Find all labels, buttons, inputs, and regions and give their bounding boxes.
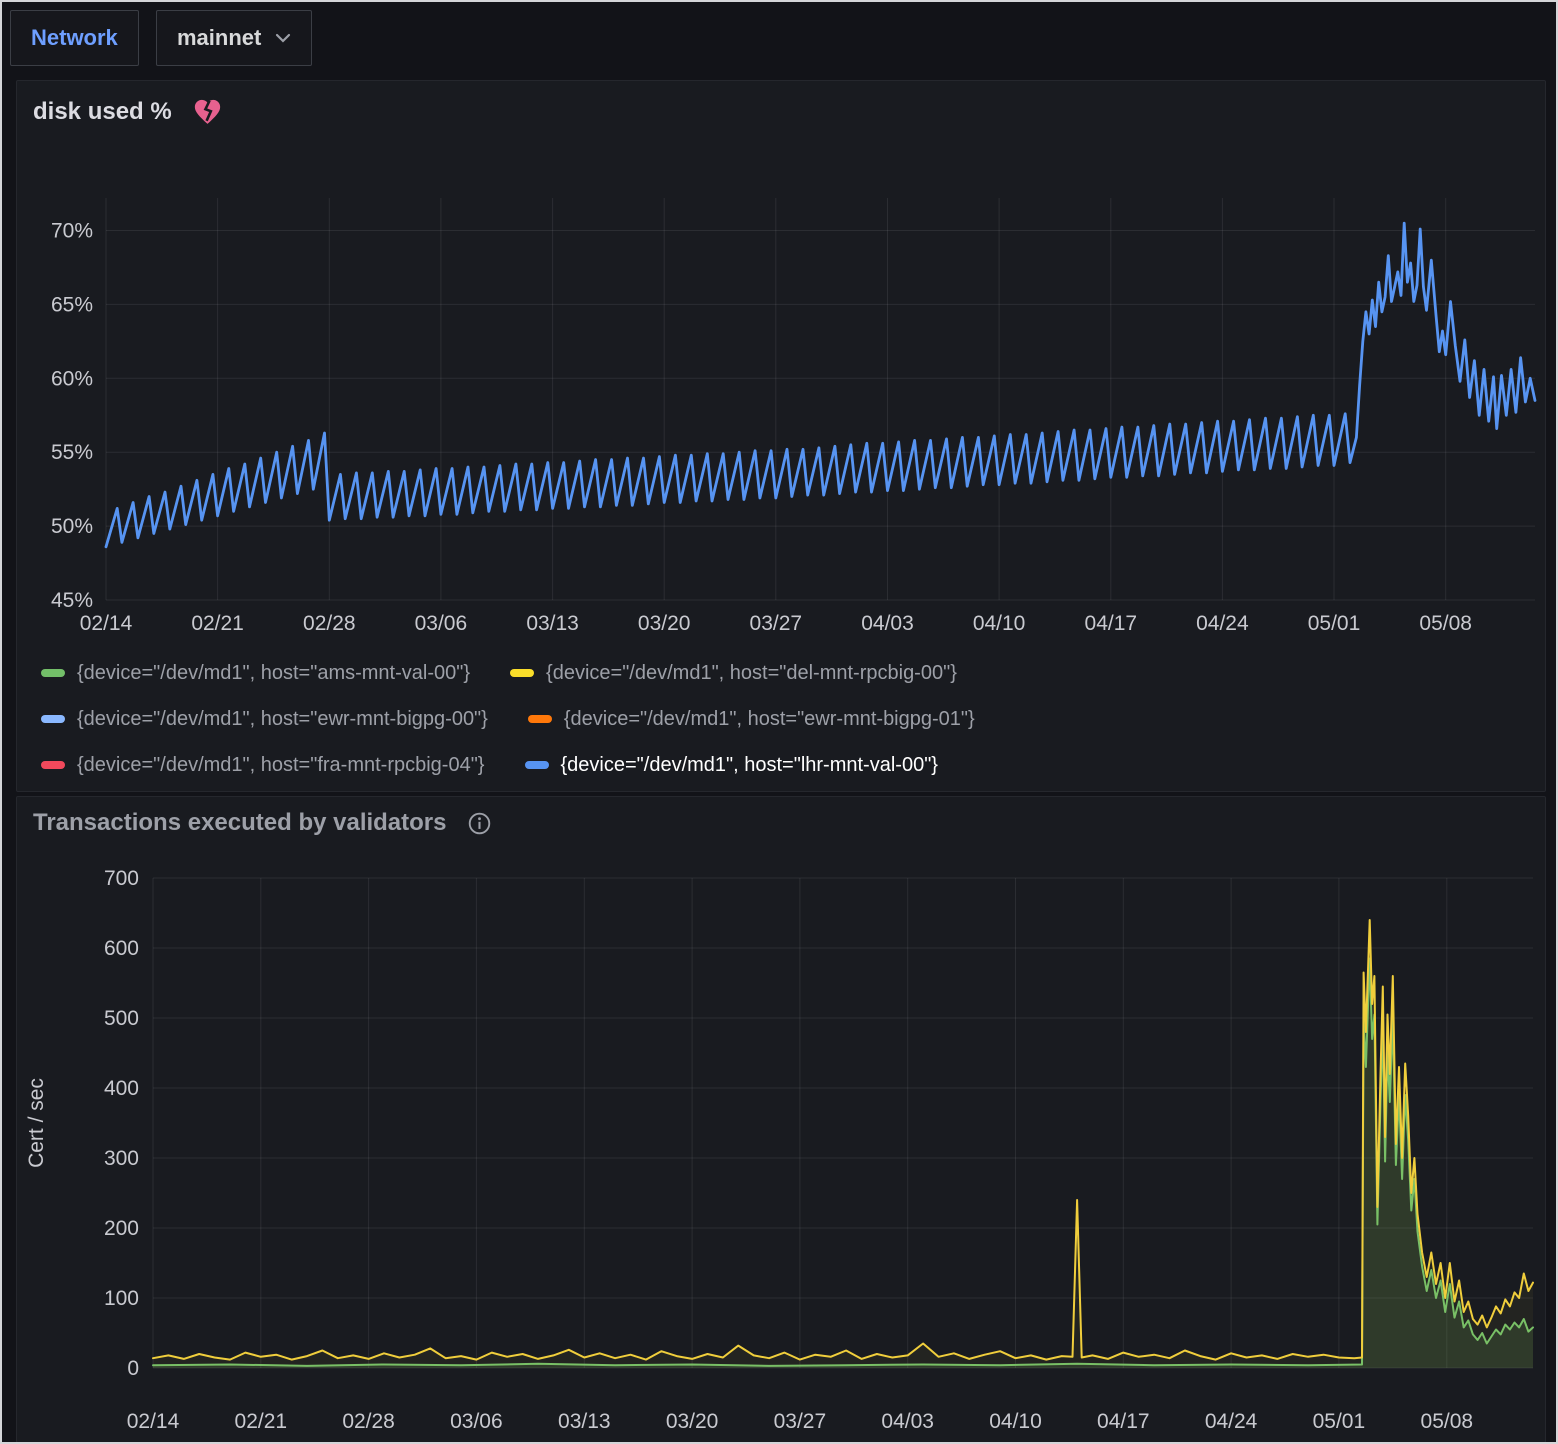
x-tick-label: 02/28 (303, 612, 356, 635)
legend-swatch-icon (525, 761, 549, 769)
legend-label: {device="/dev/md1", host="ams-mnt-val-00… (77, 662, 470, 685)
series-line (106, 223, 1535, 547)
y-tick-label: 60% (51, 367, 93, 390)
x-tick-label: 03/20 (666, 1410, 719, 1433)
legend-item[interactable]: {device="/dev/md1", host="ewr-mnt-bigpg-… (41, 705, 488, 733)
y-tick-label: 700 (104, 867, 139, 890)
chevron-down-icon (275, 33, 291, 43)
x-tick-label: 02/14 (127, 1410, 180, 1433)
y-tick-label: 100 (104, 1287, 139, 1310)
x-tick-label: 02/21 (191, 612, 244, 635)
x-tick-label: 02/14 (80, 612, 133, 635)
legend-row: {device="/dev/md1", host="ewr-mnt-bigpg-… (41, 705, 1535, 733)
y-tick-label: 65% (51, 293, 93, 316)
x-tick-label: 03/27 (750, 612, 803, 635)
y-tick-label: 500 (104, 1007, 139, 1030)
legend-swatch-icon (528, 715, 552, 723)
legend-swatch-icon (510, 669, 534, 677)
x-tick-label: 05/08 (1419, 612, 1472, 635)
y-tick-label: 300 (104, 1147, 139, 1170)
legend-swatch-icon (41, 761, 65, 769)
panel-transactions-header[interactable]: Transactions executed by validators (33, 809, 492, 837)
x-tick-label: 03/13 (526, 612, 579, 635)
x-tick-label: 04/17 (1097, 1410, 1150, 1433)
x-tick-label: 03/13 (558, 1410, 611, 1433)
x-tick-label: 04/24 (1205, 1410, 1258, 1433)
legend-swatch-icon (41, 669, 65, 677)
x-tick-label: 04/03 (881, 1410, 934, 1433)
legend-label: {device="/dev/md1", host="ewr-mnt-bigpg-… (77, 708, 488, 731)
y-tick-label: 50% (51, 515, 93, 538)
legend-label: {device="/dev/md1", host="fra-mnt-rpcbig… (77, 754, 485, 777)
info-circle-icon[interactable] (467, 811, 492, 836)
x-tick-label: 04/10 (973, 612, 1026, 635)
series-fill (153, 959, 1533, 1369)
disk-used-chart[interactable]: 45% 50% 55% 60% 65% 70% 02/14 02/21 02/28 03/06 03… (17, 173, 1547, 653)
x-tick-label: 03/27 (774, 1410, 827, 1433)
x-tick-label: 03/06 (450, 1410, 503, 1433)
panel-disk-used: disk used % 45% 50% 55% 60% 65% 70% 02/14 02/21… (16, 80, 1546, 792)
legend-item[interactable]: {device="/dev/md1", host="lhr-mnt-val-00… (525, 751, 938, 779)
x-tick-label: 04/17 (1085, 612, 1138, 635)
network-variable-label: Network (10, 10, 139, 66)
transactions-chart[interactable]: 0 100 200 300 400 500 600 700 02/14 02/21 02/28 03/… (17, 863, 1547, 1444)
panel-title: Transactions executed by validators (33, 809, 447, 837)
series-fill (153, 920, 1533, 1368)
y-tick-label: 400 (104, 1077, 139, 1100)
y-tick-label: 45% (51, 589, 93, 612)
x-tick-label: 04/10 (989, 1410, 1042, 1433)
legend-label: {device="/dev/md1", host="lhr-mnt-val-00… (561, 754, 938, 777)
panel-disk-used-header[interactable]: disk used % (33, 97, 223, 126)
x-tick-label: 04/24 (1196, 612, 1249, 635)
y-tick-label: 70% (51, 220, 93, 243)
x-tick-label: 02/28 (342, 1410, 395, 1433)
grafana-dashboard: Network mainnet disk used % 45% 50% 55% 60%… (0, 0, 1558, 1444)
disk-used-legend: {device="/dev/md1", host="ams-mnt-val-00… (41, 659, 1535, 779)
x-tick-label: 03/20 (638, 612, 691, 635)
legend-label: {device="/dev/md1", host="ewr-mnt-bigpg-… (564, 708, 975, 731)
legend-item[interactable]: {device="/dev/md1", host="ams-mnt-val-00… (41, 659, 470, 687)
y-tick-label: 0 (127, 1357, 139, 1380)
x-tick-label: 05/01 (1308, 612, 1361, 635)
legend-item[interactable]: {device="/dev/md1", host="del-mnt-rpcbig… (510, 659, 957, 687)
panel-title: disk used % (33, 98, 172, 126)
y-tick-label: 600 (104, 937, 139, 960)
series-line (153, 920, 1533, 1360)
legend-item[interactable]: {device="/dev/md1", host="fra-mnt-rpcbig… (41, 751, 485, 779)
legend-swatch-icon (41, 715, 65, 723)
network-variable-label-text: Network (31, 25, 118, 51)
legend-item[interactable]: {device="/dev/md1", host="ewr-mnt-bigpg-… (528, 705, 975, 733)
variables-bar: Network mainnet (2, 2, 1556, 76)
legend-label: {device="/dev/md1", host="del-mnt-rpcbig… (546, 662, 957, 685)
x-tick-label: 04/03 (861, 612, 914, 635)
x-tick-label: 05/08 (1421, 1410, 1474, 1433)
panel-transactions: Transactions executed by validators 0 100… (16, 796, 1546, 1443)
y-axis-label: Cert / sec (25, 1078, 48, 1168)
legend-row: {device="/dev/md1", host="ams-mnt-val-00… (41, 659, 1535, 687)
x-tick-label: 05/01 (1313, 1410, 1366, 1433)
network-variable-dropdown[interactable]: mainnet (156, 10, 312, 66)
y-tick-label: 200 (104, 1217, 139, 1240)
network-variable-value: mainnet (177, 25, 261, 51)
x-tick-label: 02/21 (235, 1410, 288, 1433)
x-tick-label: 03/06 (415, 612, 468, 635)
series-line (153, 959, 1533, 1366)
legend-row: {device="/dev/md1", host="fra-mnt-rpcbig… (41, 751, 1535, 779)
y-tick-label: 55% (51, 441, 93, 464)
broken-heart-icon (192, 97, 223, 126)
